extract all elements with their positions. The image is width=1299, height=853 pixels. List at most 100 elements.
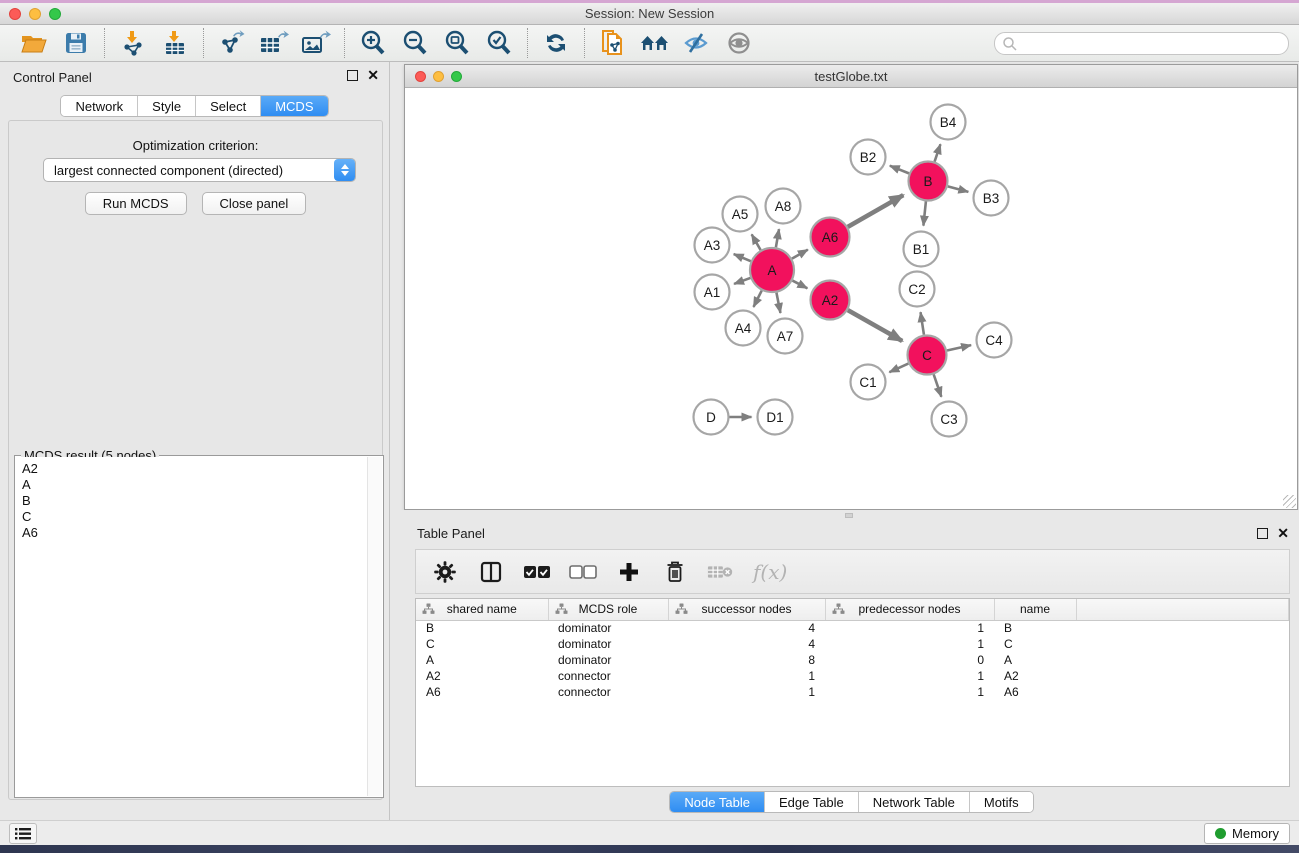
memory-button[interactable]: Memory xyxy=(1204,823,1290,844)
function-builder-icon[interactable]: f(x) xyxy=(753,560,787,584)
node-A2[interactable]: A2 xyxy=(811,281,850,320)
edge-C-C3[interactable] xyxy=(934,374,942,396)
tab-node-table[interactable]: Node Table xyxy=(670,792,765,812)
zoom-in-icon[interactable] xyxy=(357,28,389,58)
column-header-predecessor-nodes[interactable]: predecessor nodes xyxy=(825,599,994,620)
edge-A-A3[interactable] xyxy=(734,254,751,261)
edge-A-A2[interactable] xyxy=(792,281,807,289)
tab-select[interactable]: Select xyxy=(196,96,261,116)
mcds-result-item[interactable]: A xyxy=(22,477,367,493)
optimization-criterion-select[interactable]: largest connected component (directed) xyxy=(43,158,356,182)
tab-motifs[interactable]: Motifs xyxy=(970,792,1033,812)
mcds-result-item[interactable]: A2 xyxy=(22,461,367,477)
node-A1[interactable]: A1 xyxy=(695,275,730,310)
tab-mcds[interactable]: MCDS xyxy=(261,96,327,116)
table-row[interactable]: Bdominator41B xyxy=(416,620,1289,636)
network-view-window[interactable]: testGlobe.txt B4B2BB3A5A8A6A3B1AA1C2A2A4… xyxy=(404,64,1298,510)
edge-A-A6[interactable] xyxy=(792,250,808,259)
close-window-button[interactable] xyxy=(9,8,21,20)
splitter-grip[interactable] xyxy=(845,513,853,518)
export-image-icon[interactable] xyxy=(300,28,332,58)
export-table-icon[interactable] xyxy=(258,28,290,58)
maximize-window-button[interactable] xyxy=(49,8,61,20)
network-maximize-button[interactable] xyxy=(451,71,462,82)
edge-C-C2[interactable] xyxy=(921,312,924,334)
node-C[interactable]: C xyxy=(908,336,947,375)
node-D[interactable]: D xyxy=(694,400,729,435)
node-C4[interactable]: C4 xyxy=(977,323,1012,358)
edge-A-A5[interactable] xyxy=(752,234,761,250)
tab-style[interactable]: Style xyxy=(138,96,196,116)
edge-B-B1[interactable] xyxy=(923,201,925,225)
open-file-icon[interactable] xyxy=(18,28,50,58)
float-panel-icon[interactable] xyxy=(347,70,358,81)
horizontal-splitter[interactable] xyxy=(390,510,1299,520)
node-A6[interactable]: A6 xyxy=(811,218,850,257)
mcds-result-item[interactable]: A6 xyxy=(22,525,367,541)
task-history-button[interactable] xyxy=(9,823,37,844)
run-mcds-button[interactable]: Run MCDS xyxy=(85,192,187,215)
new-network-from-selection-icon[interactable] xyxy=(597,28,629,58)
edge-B-B4[interactable] xyxy=(935,144,941,161)
table-row[interactable]: Adominator80A xyxy=(416,652,1289,668)
settings-gear-icon[interactable] xyxy=(431,557,459,587)
node-D1[interactable]: D1 xyxy=(758,400,793,435)
table-row[interactable]: Cdominator41C xyxy=(416,636,1289,652)
delete-table-icon[interactable] xyxy=(707,557,735,587)
node-A7[interactable]: A7 xyxy=(768,319,803,354)
minimize-window-button[interactable] xyxy=(29,8,41,20)
node-C1[interactable]: C1 xyxy=(851,365,886,400)
node-B1[interactable]: B1 xyxy=(904,232,939,267)
node-B3[interactable]: B3 xyxy=(974,181,1009,216)
node-A8[interactable]: A8 xyxy=(766,189,801,224)
network-minimize-button[interactable] xyxy=(433,71,444,82)
first-neighbors-icon[interactable] xyxy=(639,28,671,58)
save-session-icon[interactable] xyxy=(60,28,92,58)
show-all-icon[interactable] xyxy=(723,28,755,58)
resize-handle-icon[interactable] xyxy=(1283,495,1296,508)
close-panel-button[interactable]: Close panel xyxy=(202,192,307,215)
show-column-icon[interactable] xyxy=(477,557,505,587)
hide-selected-icon[interactable] xyxy=(681,28,713,58)
node-A[interactable]: A xyxy=(750,248,794,292)
refresh-layout-icon[interactable] xyxy=(540,28,572,58)
add-column-icon[interactable] xyxy=(615,557,643,587)
node-A4[interactable]: A4 xyxy=(726,311,761,346)
zoom-out-icon[interactable] xyxy=(399,28,431,58)
edge-A-A1[interactable] xyxy=(734,278,750,284)
deselect-all-checks-icon[interactable] xyxy=(569,557,597,587)
mcds-result-scrollbar[interactable] xyxy=(367,457,382,796)
node-A3[interactable]: A3 xyxy=(695,228,730,263)
window-titlebar[interactable]: Session: New Session xyxy=(0,3,1299,25)
network-close-button[interactable] xyxy=(415,71,426,82)
select-all-checks-icon[interactable] xyxy=(523,557,551,587)
mcds-result-list[interactable]: A2ABCA6 xyxy=(16,457,367,796)
close-panel-icon[interactable]: ✕ xyxy=(367,70,379,81)
node-B[interactable]: B xyxy=(909,162,948,201)
column-header-successor-nodes[interactable]: successor nodes xyxy=(668,599,825,620)
node-B4[interactable]: B4 xyxy=(931,105,966,140)
zoom-selected-icon[interactable] xyxy=(483,28,515,58)
float-table-panel-icon[interactable] xyxy=(1257,528,1268,539)
import-network-icon[interactable] xyxy=(117,28,149,58)
network-window-titlebar[interactable]: testGlobe.txt xyxy=(405,65,1297,88)
mcds-result-item[interactable]: B xyxy=(22,493,367,509)
node-table[interactable]: shared nameMCDS rolesuccessor nodesprede… xyxy=(415,598,1290,787)
node-B2[interactable]: B2 xyxy=(851,140,886,175)
close-table-panel-icon[interactable]: ✕ xyxy=(1277,528,1289,539)
edge-A-A7[interactable] xyxy=(776,293,780,313)
edge-A-A4[interactable] xyxy=(754,291,762,307)
column-header-shared-name[interactable]: shared name xyxy=(416,599,548,620)
network-canvas[interactable]: B4B2BB3A5A8A6A3B1AA1C2A2A4A7C4CC1DD1C3 xyxy=(405,88,1297,509)
node-C3[interactable]: C3 xyxy=(932,402,967,437)
export-network-icon[interactable] xyxy=(216,28,248,58)
edge-A-A8[interactable] xyxy=(776,229,779,247)
delete-column-icon[interactable] xyxy=(661,557,689,587)
edge-B-B2[interactable] xyxy=(890,166,909,174)
node-A5[interactable]: A5 xyxy=(723,197,758,232)
table-row[interactable]: A2connector11A2 xyxy=(416,668,1289,684)
column-header-name[interactable]: name xyxy=(994,599,1076,620)
edge-B-B3[interactable] xyxy=(948,186,969,192)
mcds-result-item[interactable]: C xyxy=(22,509,367,525)
edge-C-C4[interactable] xyxy=(947,345,971,350)
